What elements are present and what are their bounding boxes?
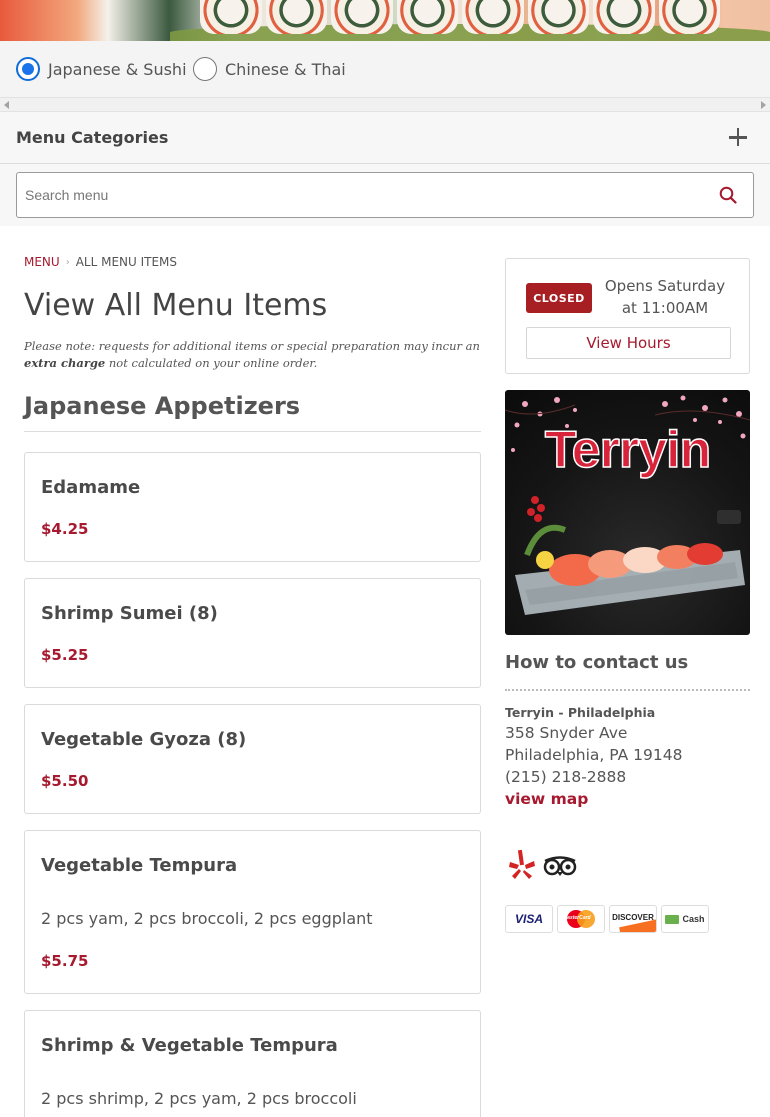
radio-checked-icon[interactable]: [16, 57, 40, 81]
cash-label: Cash: [682, 914, 705, 924]
hours-status-box: CLOSED Opens Saturday at 11:00AM View Ho…: [505, 258, 750, 374]
contact-title: How to contact us: [505, 652, 689, 673]
breadcrumb-current: ALL MENU ITEMS: [75, 255, 178, 269]
cash-icon: Cash: [661, 905, 709, 933]
menu-item-name: Vegetable Tempura: [41, 855, 238, 876]
opens-line-1: Opens Saturday: [604, 277, 726, 295]
menu-item-card[interactable]: Shrimp Sumei (8) $5.25: [24, 578, 481, 688]
menu-item-card[interactable]: Shrimp & Vegetable Tempura 2 pcs shrimp,…: [24, 1010, 481, 1117]
mastercard-icon: MasterCard: [557, 905, 605, 933]
menu-item-name: Shrimp & Vegetable Tempura: [41, 1035, 338, 1056]
hero-banner: [0, 0, 770, 41]
search-icon[interactable]: [719, 186, 737, 204]
restaurant-name: Terryin - Philadelphia: [505, 705, 656, 720]
breadcrumb: MENU › ALL MENU ITEMS: [24, 255, 177, 269]
radio-japanese-sushi[interactable]: Japanese & Sushi: [16, 57, 187, 81]
horizontal-scrollbar[interactable]: [0, 97, 770, 112]
cash-bill-icon: [665, 914, 680, 924]
menu-item-name: Vegetable Gyoza (8): [41, 729, 247, 750]
radio-unchecked-icon[interactable]: [193, 57, 217, 81]
radio-label: Japanese & Sushi: [48, 59, 187, 79]
menu-item-price: $5.50: [41, 772, 89, 790]
yelp-icon[interactable]: [507, 848, 537, 882]
scroll-left-icon[interactable]: [4, 101, 9, 109]
search-input[interactable]: [16, 172, 754, 218]
address-city: Philadelphia, PA 19148: [505, 746, 683, 764]
section-divider: [24, 431, 481, 432]
phone-number[interactable]: (215) 218-2888: [505, 768, 626, 786]
menu-categories-toggle[interactable]: Menu Categories: [0, 112, 770, 164]
menu-item-description: 2 pcs yam, 2 pcs broccoli, 2 pcs eggplan…: [41, 909, 373, 928]
view-hours-button[interactable]: View Hours: [526, 327, 731, 359]
opens-line-2: at 11:00AM: [621, 299, 709, 317]
menu-item-card[interactable]: Vegetable Tempura 2 pcs yam, 2 pcs brocc…: [24, 830, 481, 994]
menu-item-card[interactable]: Edamame $4.25: [24, 452, 481, 562]
menu-item-price: $5.25: [41, 646, 89, 664]
note-bold: extra charge: [24, 356, 106, 370]
menu-item-description: 2 pcs shrimp, 2 pcs yam, 2 pcs broccoli: [41, 1089, 357, 1108]
restaurant-promo-image: Terryin: [505, 390, 750, 635]
section-title: Japanese Appetizers: [24, 392, 301, 420]
view-map-link[interactable]: view map: [505, 790, 588, 808]
promo-logo-text: Terryin: [544, 420, 712, 480]
status-badge: CLOSED: [526, 283, 592, 313]
tripadvisor-icon[interactable]: [543, 855, 577, 877]
menu-item-name: Edamame: [41, 477, 141, 498]
visa-icon: VISA: [505, 905, 553, 933]
opens-text: Opens Saturday at 11:00AM: [600, 275, 730, 319]
visa-label: VISA: [514, 912, 543, 926]
menu-filter-bar: Japanese & Sushi Chinese & Thai: [0, 41, 770, 97]
page-title: View All Menu Items: [24, 288, 328, 323]
radio-chinese-thai[interactable]: Chinese & Thai: [193, 57, 346, 81]
scroll-right-icon[interactable]: [761, 101, 766, 109]
menu-item-price: $4.25: [41, 520, 89, 538]
menu-item-name: Shrimp Sumei (8): [41, 603, 218, 624]
menu-item-card[interactable]: Vegetable Gyoza (8) $5.50: [24, 704, 481, 814]
plus-icon[interactable]: [728, 127, 748, 147]
discover-icon: DISCOVER: [609, 905, 657, 933]
breadcrumb-menu-link[interactable]: MENU: [24, 255, 60, 269]
note-text-end: not calculated on your online order.: [105, 356, 318, 370]
mastercard-label: MasterCard: [563, 915, 591, 921]
banner-sushi: [200, 0, 720, 34]
menu-categories-title: Menu Categories: [16, 128, 169, 147]
address-street: 358 Snyder Ave: [505, 724, 628, 742]
search-bar: [0, 164, 770, 226]
breadcrumb-chevron-icon: ›: [65, 256, 70, 268]
contact-divider: [505, 689, 750, 691]
note-text: Please note: requests for additional ite…: [24, 339, 480, 353]
order-note: Please note: requests for additional ite…: [24, 338, 484, 372]
radio-label: Chinese & Thai: [225, 59, 346, 79]
menu-item-price: $5.75: [41, 952, 89, 970]
